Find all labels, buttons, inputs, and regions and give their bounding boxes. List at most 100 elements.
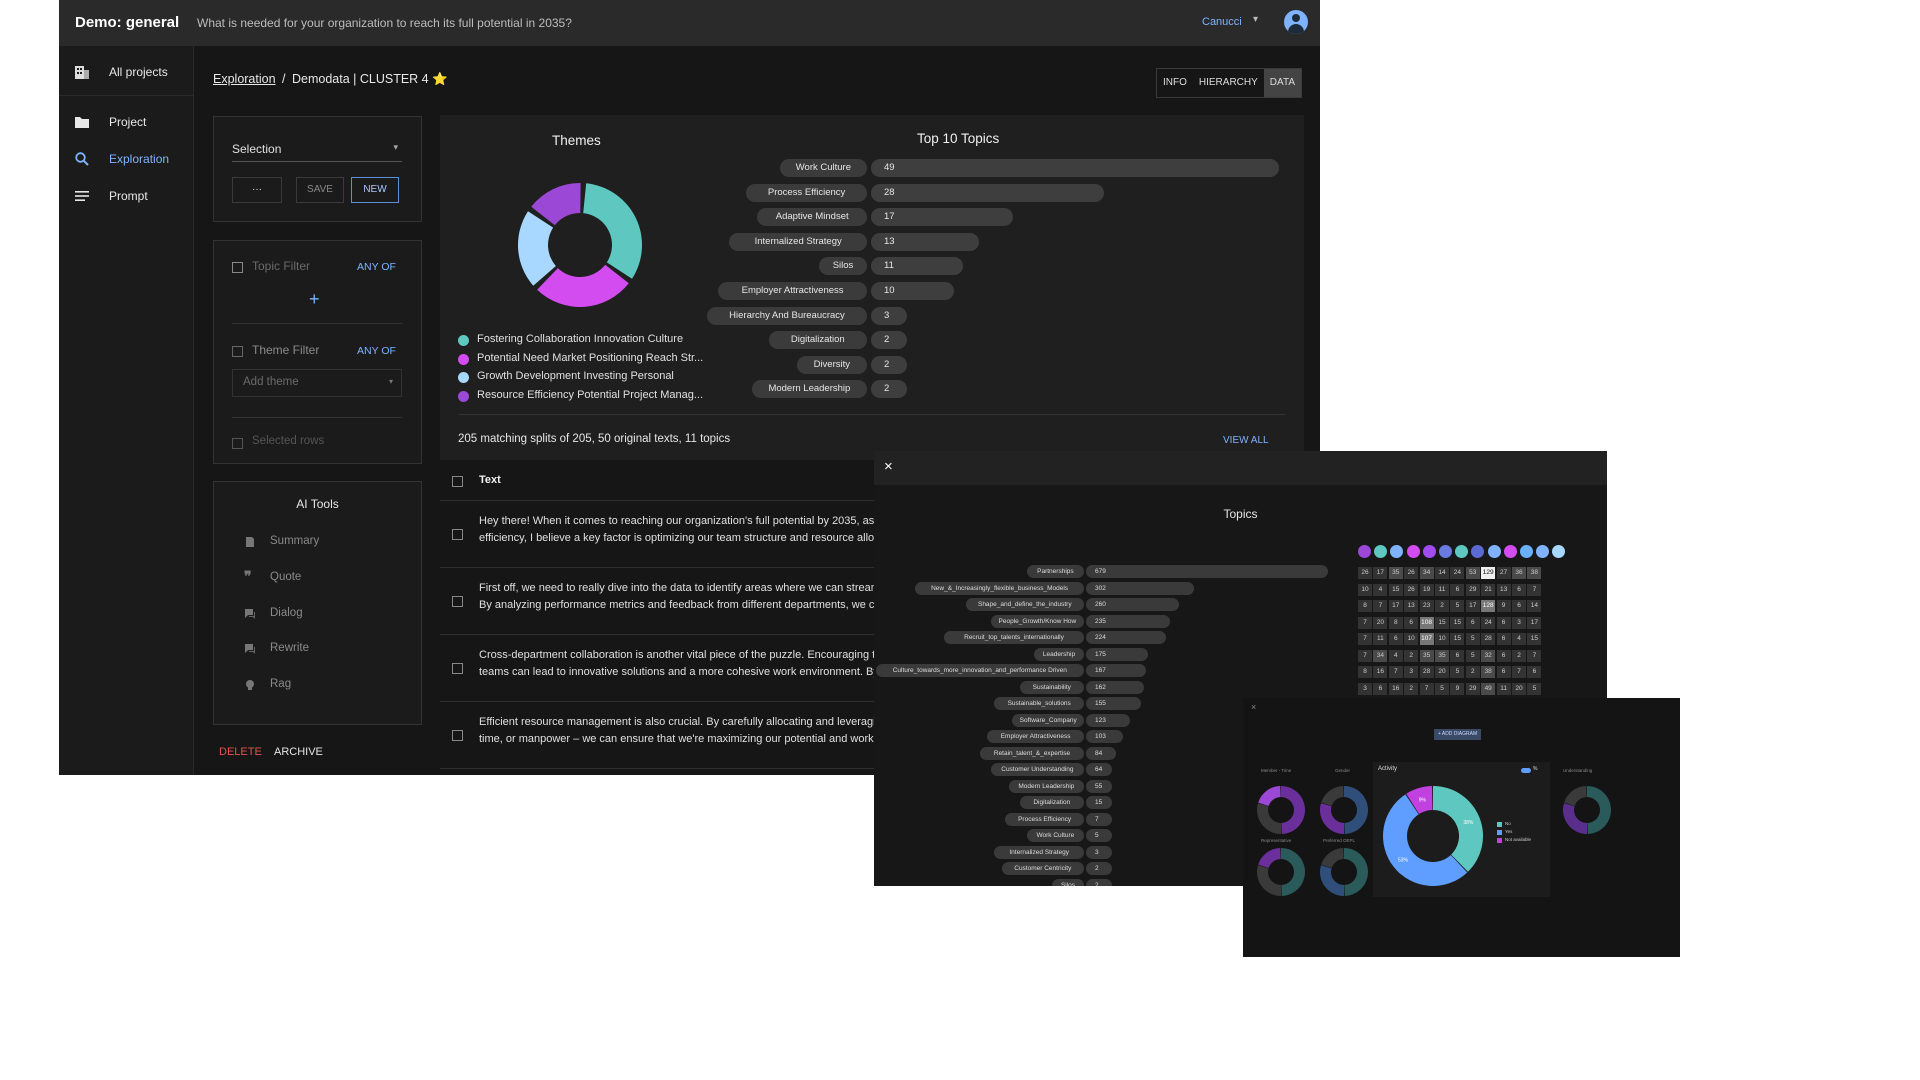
legend-label[interactable]: Growth Development Investing Personal [477,370,674,382]
matrix-cell[interactable]: 5 [1450,666,1465,678]
matrix-cell[interactable]: 20 [1373,616,1388,629]
topic-bar[interactable]: 64 [1086,763,1112,776]
matrix-cell[interactable]: 6 [1512,600,1526,612]
topic-color-dot[interactable] [1471,545,1485,558]
matrix-cell[interactable]: 7 [1419,682,1434,695]
selection-dropdown[interactable]: Selection ▾ [232,137,402,162]
matrix-cell[interactable]: 26 [1404,567,1419,579]
matrix-cell[interactable]: 5 [1450,600,1465,612]
matrix-cell[interactable]: 2 [1512,649,1526,662]
matrix-cell[interactable]: 107 [1419,633,1434,645]
close-icon[interactable]: × [1251,702,1256,712]
matrix-cell[interactable]: 5 [1465,633,1480,645]
matrix-cell[interactable]: 13 [1404,600,1419,612]
matrix-cell[interactable]: 6 [1373,682,1388,695]
topic-label[interactable]: Work Culture [1026,829,1084,842]
matrix-cell[interactable]: 53 [1465,567,1480,579]
matrix-cell[interactable]: 6 [1496,633,1511,645]
topic-bar[interactable]: 679 [1086,565,1328,578]
topic-color-dot[interactable] [1390,545,1404,558]
add-theme-select[interactable]: Add theme ▾ [232,369,402,397]
matrix-cell[interactable]: 38 [1481,666,1496,678]
topic-color-dot[interactable] [1374,545,1388,558]
save-button[interactable]: SAVE [296,177,344,203]
matrix-cell[interactable]: 6 [1388,633,1403,645]
matrix-cell[interactable]: 36 [1512,567,1526,579]
matrix-cell[interactable]: 29 [1465,583,1480,596]
row-checkbox[interactable] [452,663,463,674]
topic-label[interactable]: Adaptive Mindset [757,208,867,227]
topic-label[interactable]: People_Growth/Know How [990,614,1084,628]
topic-label[interactable]: Process Efficiency [746,183,867,202]
matrix-cell[interactable]: 21 [1481,583,1496,596]
matrix-cell[interactable]: 19 [1419,583,1434,596]
topic-bar[interactable]: 3 [871,306,907,325]
topic-color-dot[interactable] [1358,545,1371,558]
matrix-cell[interactable]: 2 [1404,682,1419,695]
tab-info[interactable]: INFO [1157,69,1193,97]
small-donut-chart[interactable] [1318,846,1370,898]
topic-bar[interactable]: 162 [1086,680,1144,694]
matrix-cell[interactable]: 23 [1419,600,1434,612]
ai-tool-rag[interactable]: Rag [244,677,394,697]
matrix-cell[interactable]: 35 [1419,649,1434,662]
matrix-cell[interactable]: 7 [1358,633,1372,645]
matrix-cell[interactable]: 17 [1388,600,1403,612]
topic-filter-checkbox[interactable] [232,262,243,273]
matrix-cell[interactable]: 35 [1388,567,1403,579]
donut-segment[interactable] [1433,786,1483,872]
topic-label[interactable]: Process Efficiency [1005,812,1084,826]
matrix-cell[interactable]: 29 [1465,682,1480,695]
small-donut-chart[interactable] [1255,784,1307,836]
topic-label[interactable]: Software_Company [1012,713,1084,727]
topic-label[interactable]: Diversity [796,355,867,374]
tab-data[interactable]: DATA [1263,69,1301,97]
topic-label[interactable]: Digitalization [768,331,867,350]
matrix-cell[interactable]: 11 [1373,633,1388,645]
matrix-cell[interactable]: 7 [1388,666,1403,678]
topic-label[interactable]: Silos [1052,878,1084,886]
matrix-cell[interactable]: 32 [1481,649,1496,662]
topic-bar[interactable]: 235 [1086,614,1170,628]
topic-bar[interactable]: 2 [871,380,907,399]
topic-label[interactable]: Sustainable_solutions [994,697,1084,710]
ai-tool-rewrite[interactable]: Rewrite [244,641,394,661]
matrix-cell[interactable]: 6 [1450,649,1465,662]
matrix-cell[interactable]: 7 [1527,583,1542,596]
breadcrumb-link-exploration[interactable]: Exploration [213,72,276,86]
matrix-cell[interactable]: 17 [1465,600,1480,612]
topic-bar[interactable]: 224 [1086,631,1166,644]
topic-label[interactable]: Leadership [1034,647,1084,661]
topic-color-dot[interactable] [1406,545,1420,558]
matrix-cell[interactable]: 15 [1388,583,1403,596]
matrix-cell[interactable]: 4 [1512,633,1526,645]
matrix-cell[interactable]: 26 [1358,567,1372,579]
topic-bar[interactable]: 103 [1086,730,1123,743]
matrix-cell[interactable]: 2 [1435,600,1449,612]
topic-bar[interactable]: 2 [871,331,907,350]
topic-bar[interactable]: 167 [1086,664,1146,677]
topic-label[interactable]: Recruit_top_talents_internationally [944,631,1084,644]
topic-label[interactable]: Work Culture [779,159,867,177]
matrix-cell[interactable]: 15 [1450,616,1465,629]
more-button[interactable]: ··· [232,177,282,203]
legend-label[interactable]: Fostering Collaboration Innovation Cultu… [477,333,683,345]
matrix-cell[interactable]: 7 [1373,600,1388,612]
donut-segment[interactable] [518,211,556,286]
legend-label[interactable]: Potential Need Market Positioning Reach … [477,352,703,364]
sidebar-item-prompt[interactable]: Prompt [59,182,193,210]
matrix-cell[interactable]: 24 [1481,616,1496,629]
column-header-text[interactable]: Text [479,474,501,486]
matrix-cell[interactable]: 16 [1388,682,1403,695]
matrix-cell[interactable]: 6 [1450,583,1465,596]
all-projects-link[interactable]: All projects [59,58,193,86]
matrix-cell[interactable]: 35 [1435,649,1449,662]
selected-rows-checkbox[interactable] [232,438,243,449]
row-checkbox[interactable] [452,730,463,741]
matrix-cell[interactable]: 108 [1419,616,1434,629]
ai-tool-quote[interactable]: ❞ Quote [244,568,394,590]
matrix-cell[interactable]: 2 [1404,649,1419,662]
matrix-cell[interactable]: 128 [1481,600,1496,612]
topic-label[interactable]: Shape_and_define_the_industry [965,598,1084,611]
topic-label[interactable]: Customer Understanding [990,763,1084,776]
